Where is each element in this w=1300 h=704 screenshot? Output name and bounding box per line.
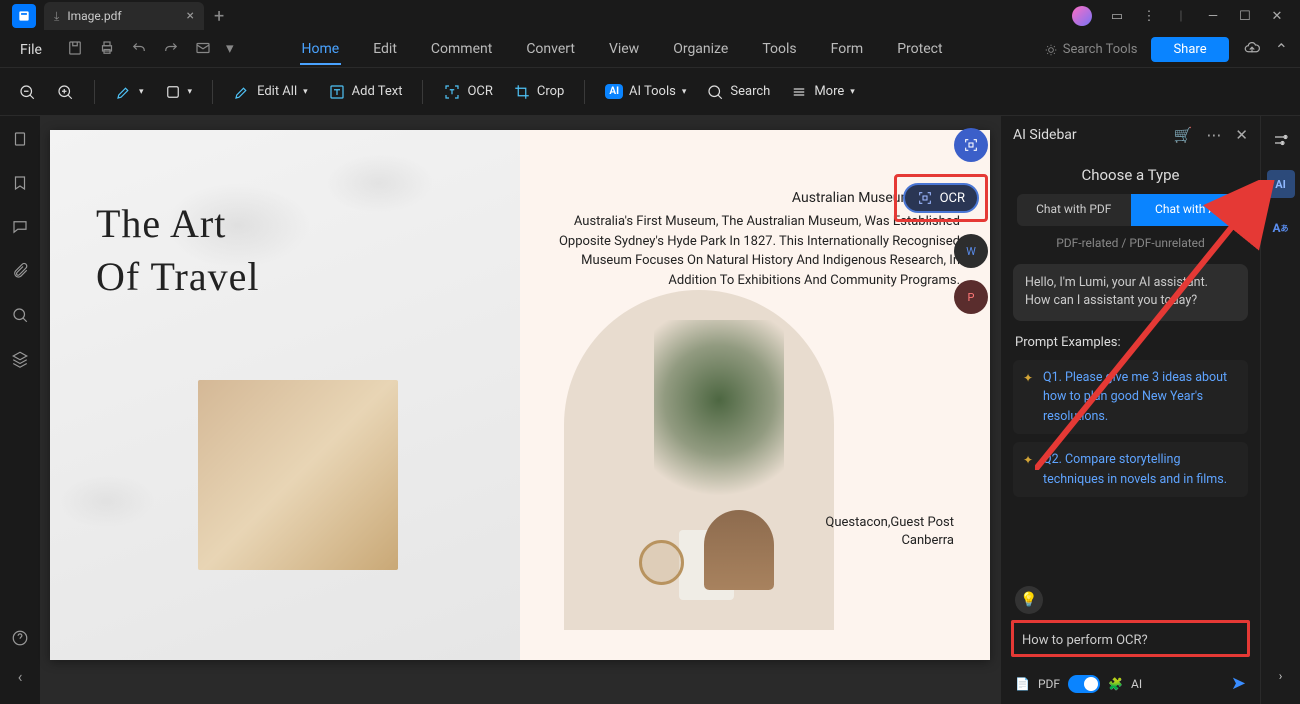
footer-pdf-label: PDF	[1038, 677, 1060, 691]
tab-view[interactable]: View	[607, 35, 641, 65]
dropdown-icon[interactable]: ▾	[226, 39, 234, 61]
prompt-example-2[interactable]: Q2. Compare storytelling techniques in n…	[1013, 442, 1248, 497]
save-icon[interactable]	[66, 39, 84, 61]
tab-comment[interactable]: Comment	[429, 35, 494, 65]
ai-sidebar-toggle[interactable]: AI	[1267, 170, 1295, 198]
close-window-icon[interactable]: ✕	[1270, 9, 1284, 23]
left-rail: ‹	[0, 116, 40, 704]
tab-organize[interactable]: Organize	[671, 35, 730, 65]
redo-icon[interactable]	[162, 39, 180, 61]
attachments-icon[interactable]	[11, 262, 29, 284]
tab-protect[interactable]: Protect	[895, 35, 944, 65]
kebab-menu-icon[interactable]: ⋮	[1142, 9, 1156, 23]
share-button[interactable]: Share	[1151, 37, 1228, 62]
expand-right-icon[interactable]: ›	[1267, 662, 1295, 690]
zoom-in-button[interactable]	[56, 83, 74, 101]
thumbnails-icon[interactable]	[11, 130, 29, 152]
annotation-ocr-highlight: OCR	[894, 174, 988, 222]
collapse-left-icon[interactable]: ‹	[18, 667, 23, 686]
pdf-mode-icon: 📄	[1015, 677, 1030, 691]
search-button[interactable]: Search	[706, 83, 770, 101]
tab-tools[interactable]: Tools	[760, 35, 798, 65]
caption-line2: Canberra	[901, 533, 954, 548]
cart-icon[interactable]: 🛒	[1174, 126, 1193, 144]
new-tab-button[interactable]: +	[214, 6, 224, 27]
choose-type-label: Choose a Type	[1001, 166, 1260, 184]
edit-all-button[interactable]: Edit All▾	[233, 83, 308, 101]
send-button[interactable]: ➤	[1231, 673, 1246, 694]
chat-icon[interactable]: ▭	[1110, 9, 1124, 23]
tab-convert[interactable]: Convert	[524, 35, 577, 65]
ai-sidebar-title: AI Sidebar	[1013, 127, 1077, 143]
user-avatar[interactable]	[1072, 6, 1092, 26]
ai-tools-button[interactable]: AIAI Tools▾	[605, 84, 686, 99]
shape-button[interactable]: ▾	[164, 83, 193, 101]
image-arch	[564, 290, 834, 630]
add-text-button[interactable]: Add Text	[328, 83, 403, 101]
more-options-icon[interactable]: ⋯	[1206, 126, 1221, 144]
ai-mode-icon: 🧩	[1108, 677, 1123, 691]
prompt-examples-heading: Prompt Examples:	[1015, 335, 1246, 350]
quick-actions: ▾	[66, 39, 234, 61]
ai-greeting-message: Hello, I'm Lumi, your AI assistant. How …	[1013, 264, 1248, 322]
crop-button[interactable]: Crop	[513, 83, 564, 101]
doc-heading-1: The Art	[96, 200, 474, 247]
mode-toggle[interactable]	[1068, 675, 1100, 693]
more-button[interactable]: More▾	[790, 83, 854, 101]
close-sidebar-icon[interactable]: ✕	[1235, 126, 1248, 144]
floating-ocr-button[interactable]: OCR	[903, 183, 979, 213]
quick-scan-icon[interactable]	[954, 128, 988, 162]
annotation-input-highlight	[1011, 620, 1250, 657]
cloud-icon[interactable]	[1243, 39, 1261, 61]
file-menu[interactable]: File	[12, 38, 50, 62]
tab-home[interactable]: Home	[300, 35, 342, 65]
print-icon[interactable]	[98, 39, 116, 61]
document-viewport[interactable]: The Art Of Travel Australian Museum,Sydn…	[40, 116, 1000, 704]
search-panel-icon[interactable]	[11, 306, 29, 328]
bookmarks-icon[interactable]	[11, 174, 29, 196]
convert-word-icon[interactable]: W	[954, 234, 988, 268]
translate-icon[interactable]: Aあ	[1267, 214, 1295, 242]
tab-edit[interactable]: Edit	[371, 35, 399, 65]
search-tools[interactable]: Search Tools	[1044, 42, 1138, 57]
ocr-button[interactable]: OCR	[443, 83, 492, 101]
menu-tabs: Home Edit Comment Convert View Organize …	[300, 35, 945, 65]
zoom-out-button[interactable]	[18, 83, 36, 101]
tab-form[interactable]: Form	[829, 35, 866, 65]
chevron-up-icon[interactable]: ⌃	[1275, 40, 1288, 59]
app-logo[interactable]	[12, 4, 36, 28]
image-flowers	[198, 380, 398, 570]
chat-with-pdf-button[interactable]: Chat with PDF	[1017, 194, 1131, 226]
chat-type-segment: Chat with PDF Chat with AI	[1017, 194, 1244, 226]
help-icon[interactable]	[11, 629, 29, 651]
document-tab[interactable]: ⤓ Image.pdf ×	[44, 2, 204, 30]
maximize-icon[interactable]: ☐	[1238, 9, 1252, 23]
mail-icon[interactable]	[194, 39, 212, 61]
menubar: File ▾ Home Edit Comment Convert View Or…	[0, 32, 1300, 68]
suggestions-icon[interactable]: 💡	[1015, 586, 1043, 614]
chat-subtype-label: PDF-related / PDF-unrelated	[1001, 236, 1260, 250]
close-tab-icon[interactable]: ×	[187, 8, 194, 24]
tab-icon: ⤓	[54, 9, 59, 24]
chat-with-ai-button[interactable]: Chat with AI	[1131, 194, 1245, 226]
toolbar: ▾ ▾ Edit All▾ Add Text OCR Crop AIAI Too…	[0, 68, 1300, 116]
footer-ai-label: AI	[1131, 677, 1142, 691]
minimize-icon[interactable]: ―	[1206, 9, 1220, 23]
tab-label: Image.pdf	[67, 9, 121, 23]
document-page: The Art Of Travel Australian Museum,Sydn…	[50, 130, 990, 660]
settings-sliders-icon[interactable]	[1267, 126, 1295, 154]
titlebar: ⤓ Image.pdf × + ▭ ⋮ | ― ☐ ✕	[0, 0, 1300, 32]
highlight-button[interactable]: ▾	[115, 83, 144, 101]
ai-sidebar: AI Sidebar 🛒 ⋯ ✕ Choose a Type Chat with…	[1000, 116, 1260, 704]
doc-heading-2: Of Travel	[96, 253, 474, 300]
ai-chat-input[interactable]	[1022, 633, 1239, 648]
caption-line1: Questacon,Guest Post	[825, 515, 954, 530]
comments-icon[interactable]	[11, 218, 29, 240]
layers-icon[interactable]	[11, 350, 29, 372]
convert-ppt-icon[interactable]: P	[954, 280, 988, 314]
right-rail: AI Aあ ›	[1260, 116, 1300, 704]
prompt-example-1[interactable]: Q1. Please give me 3 ideas about how to …	[1013, 360, 1248, 434]
window-controls: ▭ ⋮ | ― ☐ ✕	[1072, 6, 1296, 26]
undo-icon[interactable]	[130, 39, 148, 61]
